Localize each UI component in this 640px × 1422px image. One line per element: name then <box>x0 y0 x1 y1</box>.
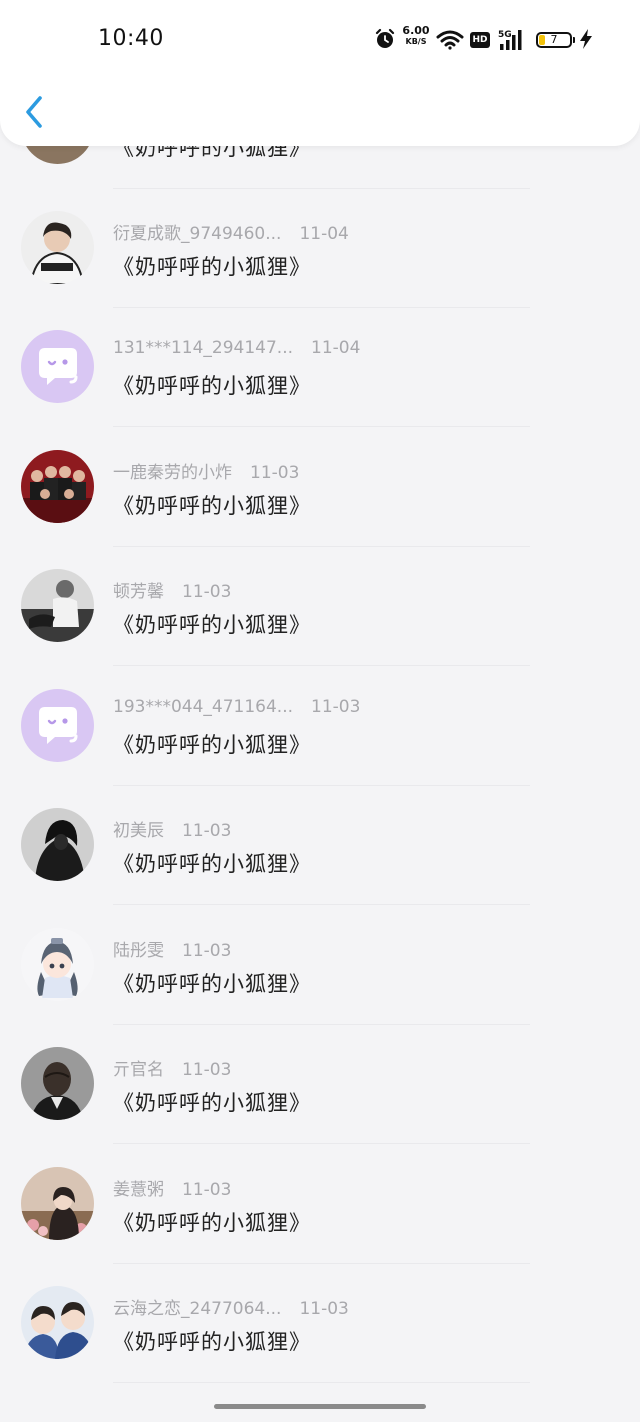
avatar[interactable] <box>21 330 94 403</box>
list-item-title: 《奶呼呼的小狐狸》 <box>113 613 311 637</box>
list-item-meta: 193***044_471164... 11-03 <box>113 697 360 721</box>
user-name[interactable]: 亓官名 <box>113 1055 164 1080</box>
comment-date: 11-04 <box>299 224 349 244</box>
user-name[interactable]: 131***114_294147... <box>113 338 293 358</box>
avatar[interactable] <box>21 689 94 762</box>
net-speed-unit: KB/S <box>405 37 427 46</box>
hd-badge: HD <box>470 32 490 48</box>
list-item-title: 《奶呼呼的小狐狸》 <box>113 733 311 757</box>
comment-date: 11-03 <box>299 1299 349 1319</box>
list-item[interactable]: 顿芳馨 11-03 《奶呼呼的小狐狸》 <box>0 547 640 666</box>
status-bar: 10:40 6.00 KB/S HD 5G 7 <box>0 0 640 80</box>
user-name[interactable]: 衍夏成歌_9749460... <box>113 219 281 244</box>
list-item[interactable]: 云海之恋_2477064... 11-03 《奶呼呼的小狐狸》 <box>0 1264 640 1383</box>
list-item-title: 《奶呼呼的小狐狸》 <box>113 255 311 279</box>
comment-date: 11-04 <box>311 338 361 358</box>
comment-list: 《奶呼呼的小狐狸》 衍夏成歌_9749460... 11-04 《奶呼呼的小狐狸》 <box>0 0 640 1422</box>
user-name[interactable]: 193***044_471164... <box>113 697 293 717</box>
list-item-meta: 顿芳馨 11-03 <box>113 577 232 602</box>
status-time: 10:40 <box>98 26 164 51</box>
top-header: 10:40 6.00 KB/S HD 5G 7 <box>0 0 640 146</box>
comment-date: 11-03 <box>250 463 300 483</box>
net-speed: 6.00 KB/S <box>400 24 432 47</box>
list-item-meta: 陆彤雯 11-03 <box>113 936 232 961</box>
back-button[interactable] <box>18 92 54 132</box>
alarm-icon <box>375 28 395 48</box>
user-name[interactable]: 初美辰 <box>113 816 164 841</box>
charging-bolt-icon <box>580 29 592 49</box>
avatar[interactable] <box>21 928 94 1001</box>
list-item-title: 《奶呼呼的小狐狸》 <box>113 852 311 876</box>
avatar[interactable] <box>21 1286 94 1359</box>
divider <box>113 904 530 905</box>
avatar[interactable] <box>21 569 94 642</box>
comment-date: 11-03 <box>311 697 361 717</box>
avatar[interactable] <box>21 808 94 881</box>
avatar[interactable] <box>21 1047 94 1120</box>
battery-icon: 7 <box>536 32 572 48</box>
avatar[interactable] <box>21 1167 94 1240</box>
comment-date: 11-03 <box>182 821 232 841</box>
comment-date: 11-03 <box>182 1060 232 1080</box>
list-item-meta: 初美辰 11-03 <box>113 816 232 841</box>
status-icons: 6.00 KB/S HD 5G 7 <box>374 24 604 56</box>
list-item[interactable]: 亓官名 11-03 《奶呼呼的小狐狸》 <box>0 1025 640 1144</box>
divider <box>113 665 530 666</box>
list-item[interactable]: 姜薏粥 11-03 《奶呼呼的小狐狸》 <box>0 1145 640 1264</box>
chevron-left-icon <box>26 96 42 128</box>
home-indicator[interactable] <box>214 1404 426 1409</box>
divider <box>113 1143 530 1144</box>
list-item-meta: 131***114_294147... 11-04 <box>113 338 360 362</box>
user-name[interactable]: 姜薏粥 <box>113 1175 164 1200</box>
list-item[interactable]: 一鹿秦劳的小炸 11-03 《奶呼呼的小狐狸》 <box>0 428 640 547</box>
list-item-meta: 云海之恋_2477064... 11-03 <box>113 1294 349 1319</box>
list-item-title: 《奶呼呼的小狐狸》 <box>113 494 311 518</box>
user-name[interactable]: 一鹿秦劳的小炸 <box>113 458 232 483</box>
user-name[interactable]: 顿芳馨 <box>113 577 164 602</box>
comment-date: 11-03 <box>182 582 232 602</box>
list-item[interactable]: 衍夏成歌_9749460... 11-04 《奶呼呼的小狐狸》 <box>0 189 640 308</box>
net-speed-value: 6.00 <box>402 24 430 37</box>
comment-date: 11-03 <box>182 1180 232 1200</box>
list-item[interactable]: 初美辰 11-03 《奶呼呼的小狐狸》 <box>0 786 640 905</box>
list-item-title: 《奶呼呼的小狐狸》 <box>113 1211 311 1235</box>
divider <box>113 1382 530 1383</box>
user-name[interactable]: 云海之恋_2477064... <box>113 1294 281 1319</box>
network-label: 5G <box>498 30 512 40</box>
comment-date: 11-03 <box>182 941 232 961</box>
wifi-icon <box>436 30 464 50</box>
list-item-title: 《奶呼呼的小狐狸》 <box>113 972 311 996</box>
list-item[interactable]: 131***114_294147... 11-04 《奶呼呼的小狐狸》 <box>0 308 640 427</box>
user-name[interactable]: 陆彤雯 <box>113 936 164 961</box>
divider <box>113 426 530 427</box>
list-item-meta: 亓官名 11-03 <box>113 1055 232 1080</box>
avatar[interactable] <box>21 211 94 284</box>
battery-tip <box>573 37 575 43</box>
list-item-title: 《奶呼呼的小狐狸》 <box>113 374 311 398</box>
signal-icon: 5G <box>498 30 522 50</box>
list-item-meta: 一鹿秦劳的小炸 11-03 <box>113 458 300 483</box>
list-item-title: 《奶呼呼的小狐狸》 <box>113 1091 311 1115</box>
list-item-meta: 姜薏粥 11-03 <box>113 1175 232 1200</box>
avatar[interactable] <box>21 450 94 523</box>
battery-level: 7 <box>550 33 558 46</box>
list-item[interactable]: 193***044_471164... 11-03 《奶呼呼的小狐狸》 <box>0 667 640 786</box>
list-item-title: 《奶呼呼的小狐狸》 <box>113 1330 311 1354</box>
list-item-meta: 衍夏成歌_9749460... 11-04 <box>113 219 349 244</box>
list-item[interactable]: 陆彤雯 11-03 《奶呼呼的小狐狸》 <box>0 906 640 1025</box>
